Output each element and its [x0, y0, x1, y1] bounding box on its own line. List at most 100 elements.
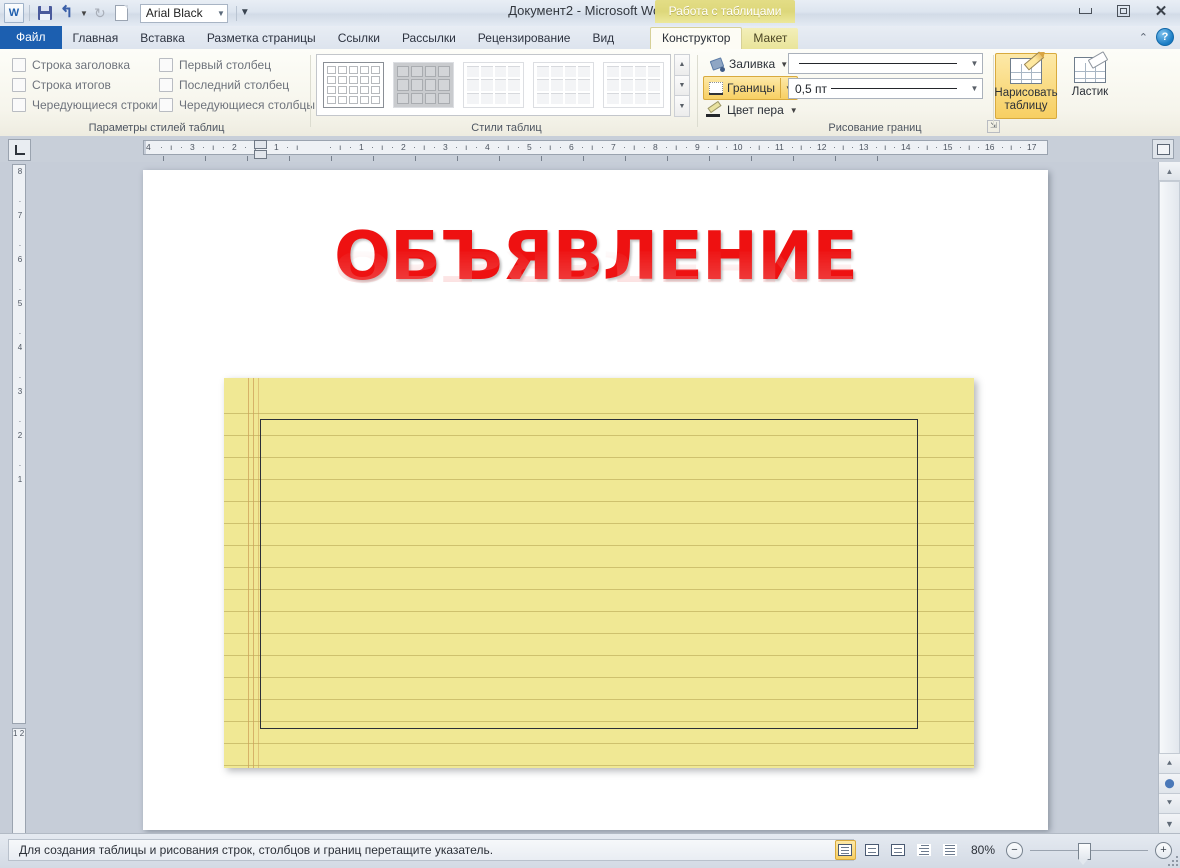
scroll-down-icon[interactable]: ▼ — [674, 74, 690, 97]
font-name-combobox[interactable]: Arial Black ▼ — [139, 3, 228, 23]
chevron-down-icon[interactable]: ▼ — [967, 59, 982, 68]
table-style-shaded[interactable] — [393, 62, 454, 108]
select-browse-object-button[interactable]: ⬤ — [1159, 773, 1180, 793]
checkbox-total-row[interactable]: Строка итогов — [12, 75, 158, 95]
checkbox-box[interactable] — [159, 58, 173, 72]
table-style-light-2[interactable] — [533, 62, 594, 108]
chevron-down-icon[interactable]: ▼ — [240, 8, 250, 18]
undo-dropdown-icon[interactable]: ▼ — [80, 9, 88, 18]
undo-button[interactable]: ↱ — [57, 3, 77, 23]
vertical-scrollbar[interactable]: ▲ ⯅ ⬤ ⯆ ▼ — [1158, 162, 1180, 833]
vertical-ruler-lower[interactable]: 1 2 — [12, 728, 26, 838]
checkbox-header-row[interactable]: Строка заголовка — [12, 55, 158, 75]
tab-layout[interactable]: Макет — [742, 28, 799, 49]
first-line-indent-marker[interactable] — [254, 140, 267, 149]
scroll-up-icon[interactable]: ▲ — [674, 54, 690, 76]
line-weight-combobox[interactable]: 0,5 пт ▼ — [788, 78, 983, 99]
close-button[interactable]: ✕ — [1148, 2, 1174, 20]
ruler-dot: · — [875, 142, 878, 152]
scroll-up-button[interactable]: ▲ — [1159, 162, 1180, 181]
vruler-tick: 5 — [17, 299, 23, 308]
vertical-ruler-bar: 8 · 7 · 6 · 5 · 4 · 3 · 2 · 1 1 2 — [0, 162, 36, 838]
help-button[interactable]: ? — [1156, 28, 1174, 46]
eraser-icon — [1074, 51, 1109, 83]
tab-home[interactable]: Главная — [62, 28, 130, 49]
ruler-toggle-button[interactable] — [1152, 139, 1174, 159]
web-layout-view-button[interactable] — [889, 841, 908, 859]
next-page-button[interactable]: ⯆ — [1159, 793, 1180, 813]
checkbox-box[interactable] — [159, 78, 173, 92]
word-logo-icon[interactable]: W — [4, 3, 24, 23]
ruler-tick: 11 — [775, 142, 784, 152]
outline-view-button[interactable] — [915, 841, 934, 859]
line-style-combobox[interactable]: ▼ — [788, 53, 983, 74]
full-screen-reading-view-button[interactable] — [863, 841, 882, 859]
tab-view[interactable]: Вид — [581, 28, 625, 49]
table-style-light-1[interactable] — [463, 62, 524, 108]
borders-button[interactable]: Границы ▼ — [703, 76, 798, 100]
redo-button[interactable]: ↻ — [90, 3, 110, 23]
maximize-button[interactable] — [1110, 2, 1136, 20]
document-canvas[interactable]: ОБЪЯВЛЕНИЕ ОБЪЯВЛЕНИЕ — [36, 162, 1158, 833]
tab-file[interactable]: Файл — [0, 26, 62, 49]
vruler-dot: · — [18, 461, 22, 470]
announcement-heading-block: ОБЪЯВЛЕНИЕ ОБЪЯВЛЕНИЕ — [143, 220, 1048, 360]
minimize-button[interactable] — [1072, 2, 1098, 20]
chevron-down-icon[interactable]: ▼ — [790, 106, 798, 115]
chevron-up-icon[interactable]: ⌃ — [1139, 31, 1148, 44]
document-page[interactable]: ОБЪЯВЛЕНИЕ ОБЪЯВЛЕНИЕ — [143, 170, 1048, 830]
table-styles-gallery[interactable] — [316, 54, 671, 116]
resize-grip-icon[interactable] — [1166, 854, 1178, 866]
print-layout-view-button[interactable] — [834, 840, 856, 860]
ruler-dot: · — [685, 142, 688, 152]
left-indent-marker[interactable] — [254, 150, 267, 159]
new-document-button[interactable] — [112, 3, 132, 23]
chevron-down-icon[interactable]: ▼ — [967, 84, 982, 93]
table-style-light-3[interactable] — [603, 62, 664, 108]
chevron-down-icon[interactable]: ▼ — [214, 9, 225, 18]
zoom-out-button[interactable]: − — [1006, 841, 1023, 859]
ruler-dot: · — [851, 142, 854, 152]
tab-references[interactable]: Ссылки — [327, 28, 391, 49]
checkbox-banded-columns[interactable]: Чередующиеся столбцы — [159, 95, 315, 115]
tab-review[interactable]: Рецензирование — [467, 28, 582, 49]
checkbox-box[interactable] — [12, 98, 26, 112]
more-styles-icon[interactable]: ▼ — [674, 95, 690, 118]
table-style-plain-grid[interactable] — [323, 62, 384, 108]
zoom-slider[interactable] — [1030, 842, 1148, 865]
checkbox-banded-rows[interactable]: Чередующиеся строки — [12, 95, 158, 115]
customize-quick-access-toolbar[interactable]: ▼ — [235, 5, 250, 21]
draft-view-button[interactable] — [941, 841, 960, 859]
tab-insert[interactable]: Вставка — [129, 28, 196, 49]
ruler-dot: ı — [842, 142, 845, 152]
checkbox-box[interactable] — [12, 58, 26, 72]
zoom-level-label[interactable]: 80% — [967, 843, 999, 857]
checkbox-box[interactable] — [12, 78, 26, 92]
checkbox-first-column[interactable]: Первый столбец — [159, 55, 315, 75]
ruler-dot: · — [917, 142, 920, 152]
ruler-dot: · — [371, 142, 374, 152]
scrollbar-thumb[interactable] — [1159, 181, 1180, 766]
tab-design[interactable]: Конструктор — [650, 27, 743, 49]
draw-table-button[interactable]: Нарисовать таблицу — [994, 51, 1058, 119]
scroll-down-button[interactable]: ▼ — [1159, 813, 1180, 833]
horizontal-ruler[interactable]: 4 · ı · 3 · ı · 2 · ı · 1 · ı · ı · 1 — [143, 140, 1048, 155]
shading-button[interactable]: Заливка ▼ — [706, 54, 792, 74]
checkbox-last-column[interactable]: Последний столбец — [159, 75, 315, 95]
previous-page-button[interactable]: ⯅ — [1159, 753, 1180, 773]
pen-icon — [706, 100, 722, 117]
tab-stop-selector[interactable] — [8, 139, 31, 161]
table-cell-border[interactable] — [260, 419, 918, 729]
zoom-slider-handle[interactable] — [1078, 842, 1091, 865]
checkbox-box[interactable] — [159, 98, 173, 112]
tab-page-layout[interactable]: Разметка страницы — [196, 28, 327, 49]
vertical-ruler[interactable]: 8 · 7 · 6 · 5 · 4 · 3 · 2 · 1 — [12, 164, 26, 724]
save-button[interactable] — [35, 3, 55, 23]
eraser-button[interactable]: Ластик — [1059, 51, 1121, 119]
pen-color-button[interactable]: Цвет пера ▼ — [706, 100, 798, 119]
chevron-down-icon[interactable]: ▼ — [780, 60, 788, 69]
status-bar: Для создания таблицы и рисования строк, … — [0, 833, 1180, 868]
legal-pad-table[interactable] — [224, 378, 974, 768]
ruler-dot: · — [202, 142, 205, 152]
tab-mailings[interactable]: Рассылки — [391, 28, 467, 49]
